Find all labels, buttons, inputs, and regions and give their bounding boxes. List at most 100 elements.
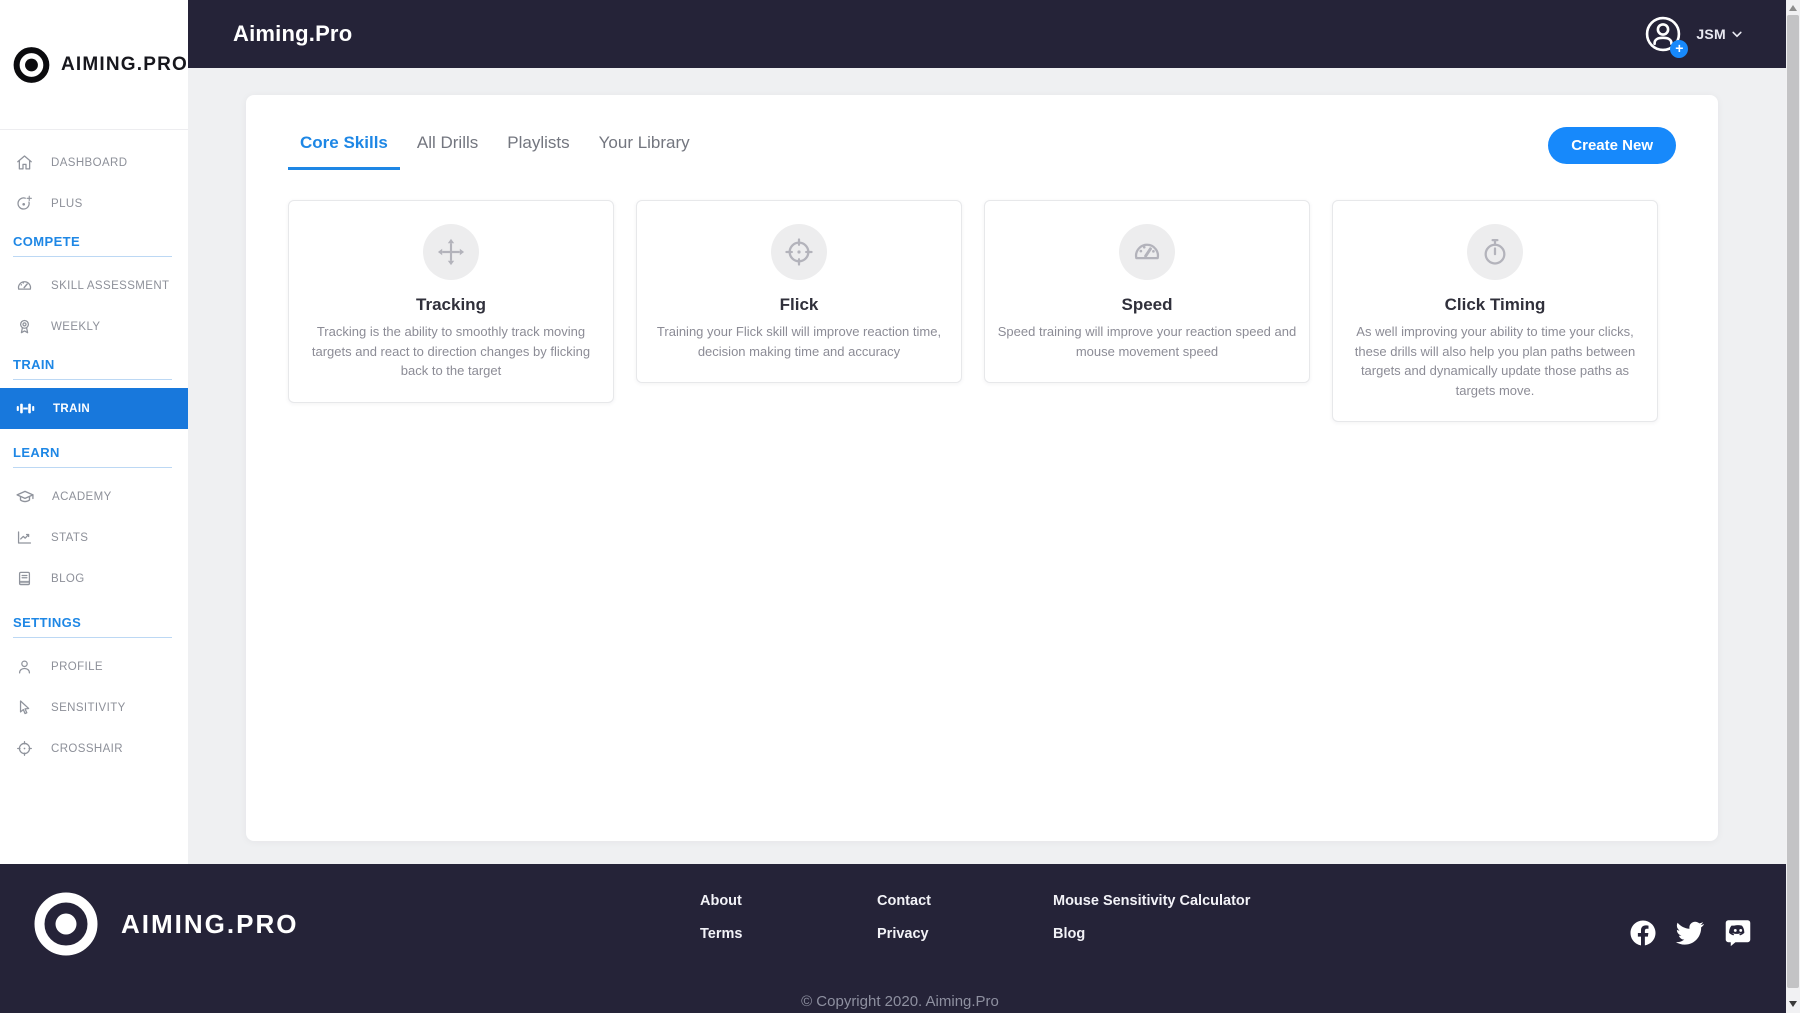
chevron-down-icon — [1732, 31, 1742, 37]
sidebar: AIMING.PRO DASHBOARD PLUS COMPETE SKILL … — [0, 0, 188, 864]
sidebar-item-dashboard[interactable]: DASHBOARD — [0, 142, 188, 183]
move-arrows-icon — [437, 238, 465, 266]
footer-link-blog[interactable]: Blog — [1053, 926, 1250, 942]
discord-icon[interactable] — [1722, 917, 1754, 948]
footer-link-contact[interactable]: Contact — [877, 893, 1053, 909]
sidebar-item-label: DASHBOARD — [51, 156, 128, 169]
footer-link-column: About Terms — [700, 893, 877, 942]
crosshair-icon — [785, 238, 813, 266]
footer: AIMING.PRO About Terms Contact Privacy M… — [0, 864, 1800, 1013]
crosshair-icon — [17, 741, 32, 756]
sidebar-section-compete: COMPETE — [13, 234, 172, 257]
speedometer-icon — [1134, 243, 1160, 260]
card-tracking[interactable]: Tracking Tracking is the ability to smoo… — [288, 200, 614, 403]
sidebar-item-skill-assessment[interactable]: SKILL ASSESSMENT — [0, 265, 188, 306]
footer-social — [1628, 917, 1754, 948]
tab-playlists[interactable]: Playlists — [495, 127, 581, 170]
dumbbell-icon — [16, 403, 35, 414]
sidebar-section-settings: SETTINGS — [13, 615, 172, 638]
user-initials: JSM — [1696, 26, 1726, 42]
scrollbar-thumb[interactable] — [1787, 15, 1799, 988]
speedometer-icon — [17, 281, 32, 290]
card-description: Training your Flick skill will improve r… — [656, 324, 942, 359]
bullseye-logo-icon — [34, 892, 98, 956]
cursor-icon — [19, 700, 30, 715]
sidebar-section-learn: LEARN — [13, 445, 172, 468]
sidebar-item-label: TRAIN — [53, 402, 91, 415]
home-icon — [17, 155, 32, 170]
user-dropdown[interactable]: JSM — [1696, 26, 1742, 42]
sidebar-item-blog[interactable]: BLOG — [0, 558, 188, 599]
sidebar-item-train[interactable]: TRAIN — [0, 388, 188, 429]
content-panel: Core Skills All Drills Playlists Your Li… — [246, 95, 1718, 841]
footer-link-mouse-sensitivity-calculator[interactable]: Mouse Sensitivity Calculator — [1053, 893, 1250, 909]
sidebar-item-profile[interactable]: PROFILE — [0, 646, 188, 687]
toolbar: Core Skills All Drills Playlists Your Li… — [246, 95, 1718, 170]
sidebar-item-label: PROFILE — [51, 660, 104, 673]
card-title: Flick — [779, 295, 819, 314]
footer-link-privacy[interactable]: Privacy — [877, 926, 1053, 942]
tab-bar: Core Skills All Drills Playlists Your Li… — [288, 127, 702, 170]
tab-your-library[interactable]: Your Library — [587, 127, 702, 170]
sidebar-section-train: TRAIN — [13, 357, 172, 380]
avatar[interactable]: + — [1642, 13, 1689, 58]
card-icon-circle — [1119, 224, 1175, 280]
facebook-icon[interactable] — [1628, 918, 1658, 948]
vertical-scrollbar[interactable] — [1786, 0, 1800, 1013]
target-plus-icon — [17, 195, 32, 210]
card-click-timing[interactable]: Click Timing As well improving your abil… — [1332, 200, 1658, 422]
sidebar-item-sensitivity[interactable]: SENSITIVITY — [0, 687, 188, 728]
sidebar-logo-text: AIMING.PRO — [60, 53, 188, 75]
twitter-icon[interactable] — [1674, 918, 1706, 948]
main-area: Core Skills All Drills Playlists Your Li… — [188, 68, 1786, 864]
sidebar-item-plus[interactable]: PLUS — [0, 183, 188, 224]
top-header: Aiming.Pro + JSM — [188, 0, 1800, 68]
sidebar-item-label: WEEKLY — [51, 320, 101, 333]
medal-icon — [19, 319, 30, 334]
tab-core-skills[interactable]: Core Skills — [288, 127, 400, 170]
footer-copyright: © Copyright 2020. Aiming.Pro — [801, 993, 999, 1010]
sidebar-logo[interactable]: AIMING.PRO — [0, 0, 188, 130]
page-title: Aiming.Pro — [233, 21, 353, 46]
sidebar-item-crosshair[interactable]: CROSSHAIR — [0, 728, 188, 769]
stopwatch-icon — [1484, 239, 1506, 265]
card-icon-circle — [423, 224, 479, 280]
card-description: As well improving your ability to time y… — [1354, 324, 1636, 398]
sidebar-item-label: PLUS — [51, 197, 83, 210]
footer-logo[interactable]: AIMING.PRO — [33, 891, 298, 957]
sidebar-item-label: SENSITIVITY — [51, 701, 126, 714]
tab-all-drills[interactable]: All Drills — [405, 127, 490, 170]
card-icon-circle — [771, 224, 827, 280]
sidebar-nav: DASHBOARD PLUS COMPETE SKILL ASSESSMENT — [0, 130, 188, 769]
sidebar-item-label: STATS — [51, 531, 89, 544]
card-flick[interactable]: Flick Training your Flick skill will imp… — [636, 200, 962, 383]
scrollbar-down-arrow[interactable] — [1789, 1001, 1797, 1007]
graduation-cap-icon — [16, 490, 34, 502]
journal-icon — [18, 571, 31, 586]
sidebar-item-label: BLOG — [51, 572, 85, 585]
footer-link-about[interactable]: About — [700, 893, 877, 909]
footer-link-terms[interactable]: Terms — [700, 926, 877, 942]
footer-link-column: Mouse Sensitivity Calculator Blog — [1053, 893, 1250, 942]
card-icon-circle — [1467, 224, 1523, 280]
footer-links: About Terms Contact Privacy Mouse Sensit… — [700, 893, 1250, 942]
sidebar-item-academy[interactable]: ACADEMY — [0, 476, 188, 517]
create-new-button[interactable]: Create New — [1548, 127, 1676, 164]
chart-icon — [17, 531, 32, 544]
add-account-badge[interactable]: + — [1670, 40, 1689, 58]
user-menu: + JSM — [1642, 13, 1742, 58]
skill-cards: Tracking Tracking is the ability to smoo… — [246, 170, 1718, 422]
sidebar-item-label: CROSSHAIR — [51, 742, 123, 755]
sidebar-item-weekly[interactable]: WEEKLY — [0, 306, 188, 347]
card-title: Click Timing — [1444, 295, 1546, 314]
page: AIMING.PRO DASHBOARD PLUS COMPETE SKILL … — [0, 0, 1800, 1013]
scrollbar-up-arrow[interactable] — [1789, 5, 1797, 11]
card-title: Speed — [1121, 295, 1173, 314]
card-speed[interactable]: Speed Speed training will improve your r… — [984, 200, 1310, 383]
footer-logo-text: AIMING.PRO — [121, 908, 299, 939]
footer-link-column: Contact Privacy — [877, 893, 1053, 942]
sidebar-item-label: ACADEMY — [52, 490, 112, 503]
sidebar-item-stats[interactable]: STATS — [0, 517, 188, 558]
card-description: Tracking is the ability to smoothly trac… — [311, 324, 591, 378]
bullseye-logo-icon — [13, 46, 50, 83]
